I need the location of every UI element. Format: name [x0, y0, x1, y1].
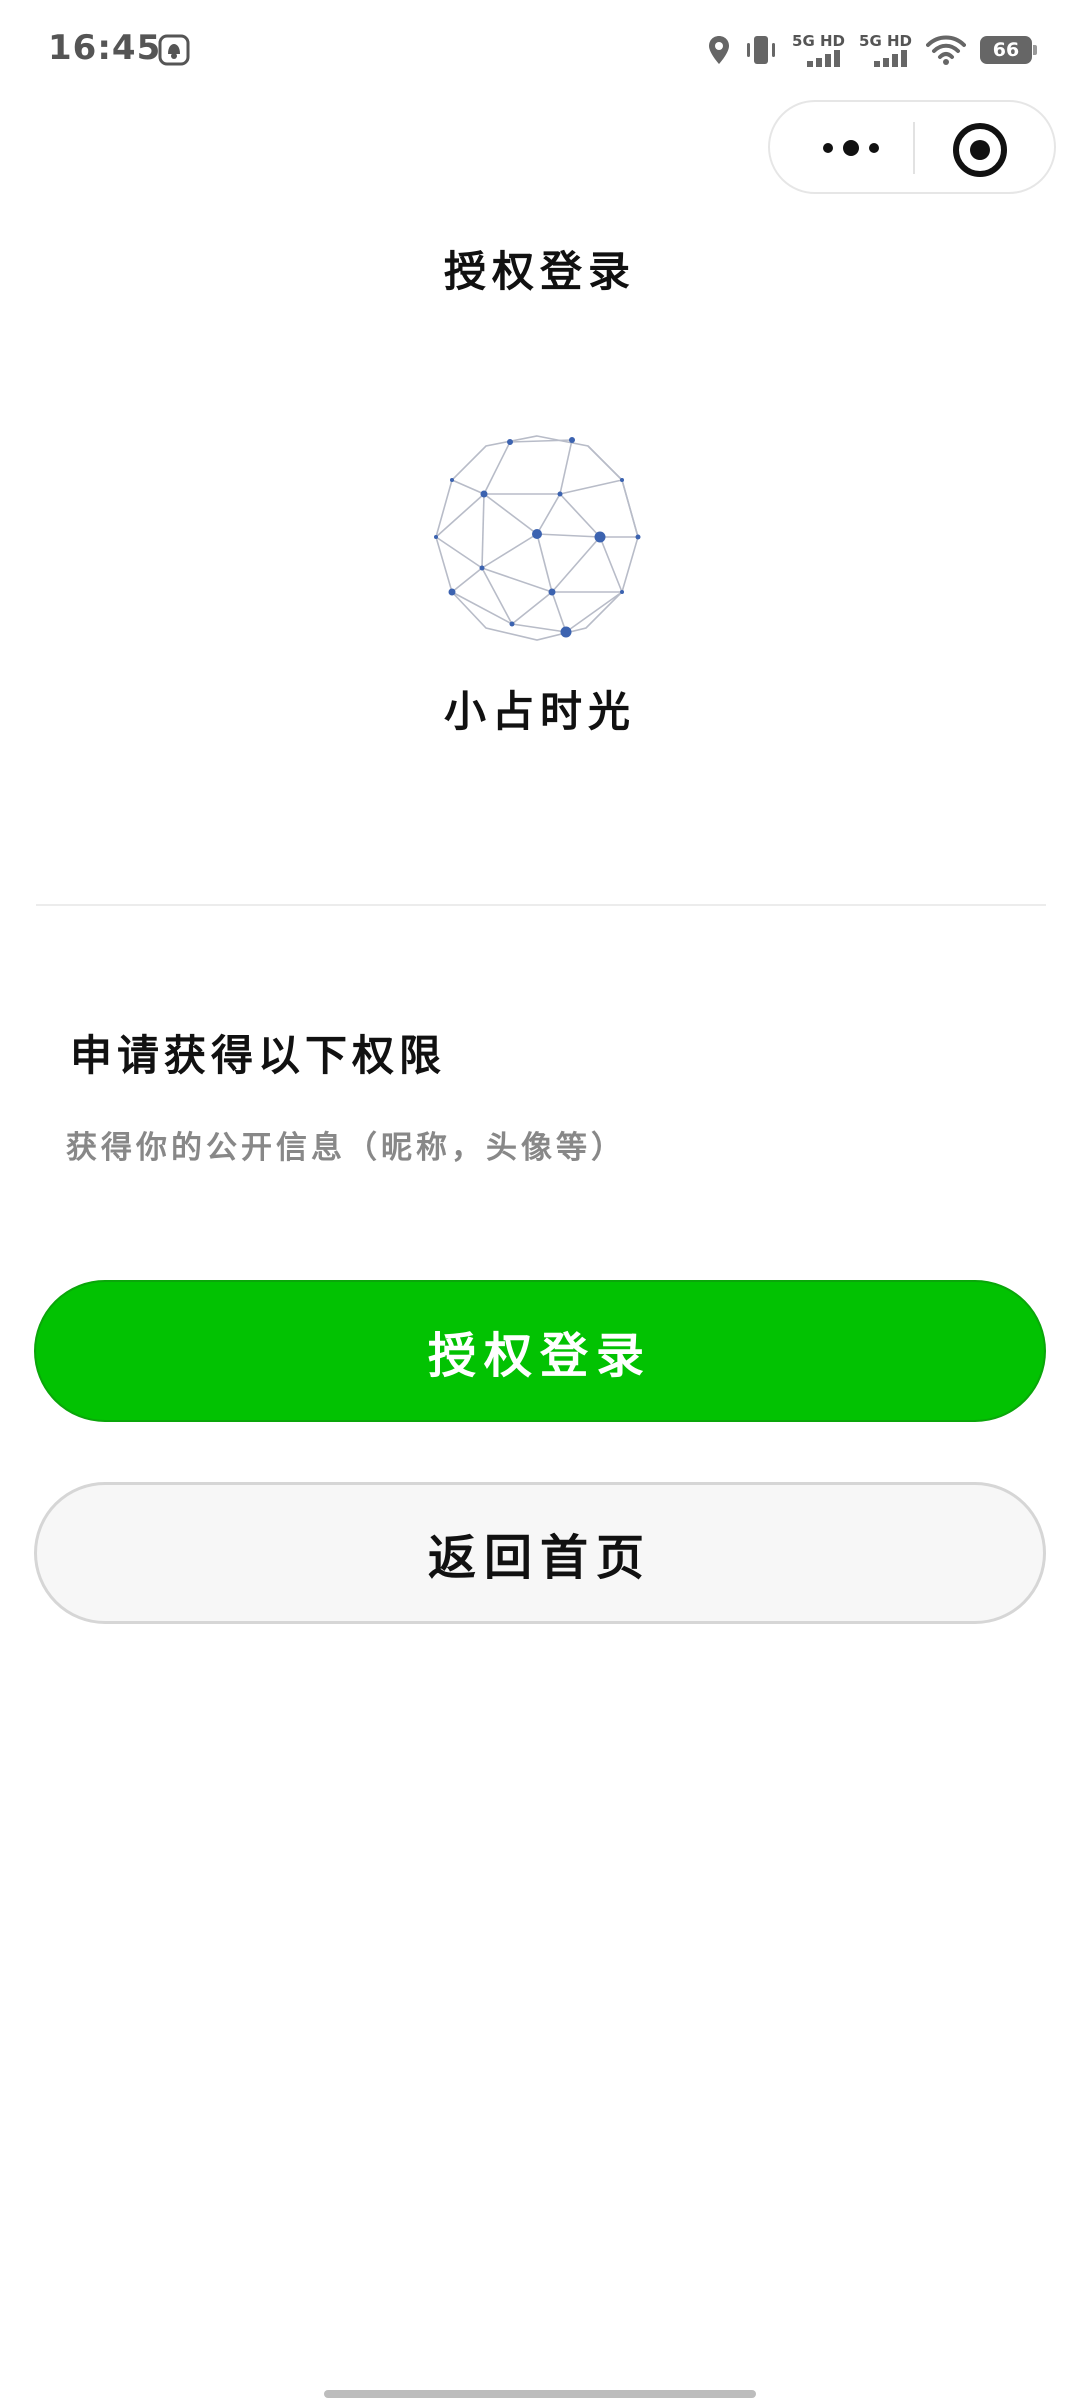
- home-indicator[interactable]: [324, 2390, 756, 2398]
- status-icons: 5G HD 5G HD 66: [708, 28, 1037, 72]
- app-notification-icon: [158, 34, 190, 66]
- network-signal-1: 5G HD: [792, 31, 846, 67]
- signal-bars-icon: [874, 49, 907, 67]
- more-dots-icon: [823, 140, 879, 156]
- page-title: 授权登录: [443, 247, 636, 296]
- miniprogram-capsule: [768, 100, 1056, 194]
- network-signal-2: 5G HD: [859, 31, 912, 67]
- network-label-2: 5G HD: [859, 31, 912, 50]
- network-label-1: 5G HD: [792, 31, 846, 50]
- back-home-button[interactable]: 返回首页: [34, 1482, 1046, 1624]
- section-divider: [36, 904, 1046, 906]
- authorize-login-button[interactable]: 授权登录: [34, 1280, 1046, 1422]
- vibrate-icon: [747, 36, 776, 64]
- close-miniprogram-button[interactable]: [950, 120, 1010, 180]
- capsule-divider: [913, 122, 915, 174]
- permission-heading: 申请获得以下权限: [70, 1031, 447, 1080]
- signal-bars-icon: [807, 49, 841, 67]
- location-icon: [709, 36, 730, 64]
- wifi-icon: [926, 35, 966, 65]
- status-bar: 16:45 5G HD 5G HD 66: [0, 0, 1080, 100]
- status-time: 16:45: [48, 28, 162, 68]
- more-options-button[interactable]: [806, 124, 896, 172]
- app-name: 小占时光: [443, 687, 636, 736]
- target-close-icon: [953, 123, 1007, 177]
- permission-description: 获得你的公开信息（昵称，头像等）: [66, 1130, 626, 1166]
- network-globe-icon: [434, 435, 641, 641]
- battery-indicator: 66: [980, 36, 1037, 64]
